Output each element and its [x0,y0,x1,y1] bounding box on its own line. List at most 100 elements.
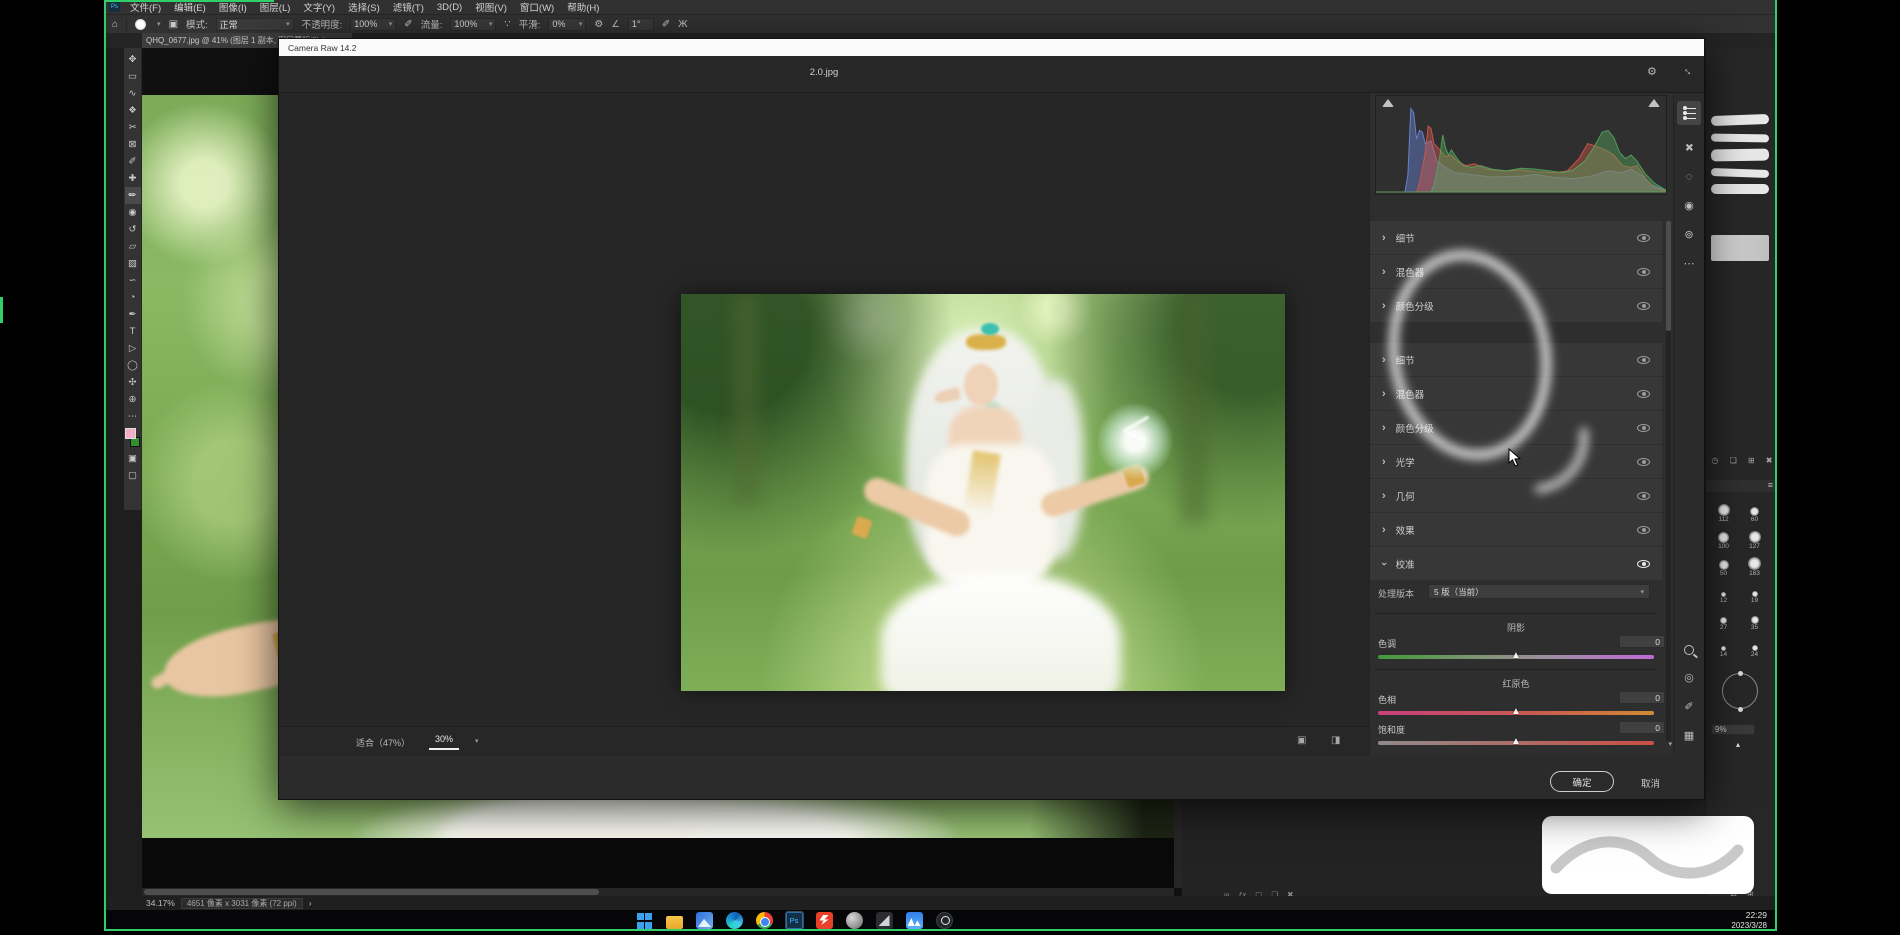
fullscreen-toggle-icon[interactable]: ↔ [1680,63,1696,79]
path-select-tool[interactable]: ▷ [125,340,141,357]
shape-tool[interactable]: ◯ [125,357,141,374]
menu-filter[interactable]: 滤镜(T) [393,0,424,14]
menu-window[interactable]: 窗口(W) [520,0,554,14]
menu-layer[interactable]: 图层(L) [260,0,291,14]
file-explorer-icon[interactable] [666,916,683,929]
edge-browser-icon[interactable] [726,912,743,929]
menu-edit[interactable]: 编辑(E) [174,0,206,14]
menu-select[interactable]: 选择(S) [348,0,380,14]
tint-value[interactable]: 0 [1619,635,1665,648]
hand-tool-icon[interactable]: ◎ [1684,672,1694,684]
camera-raw-preview-area[interactable] [279,93,1369,726]
brush-texture-thumb[interactable] [1711,235,1769,261]
camera-raw-title-bar[interactable]: Camera Raw 14.2 [279,39,1704,56]
smoothing-gear-icon[interactable]: ⚙ [594,19,603,30]
visibility-eye-icon[interactable] [1637,526,1650,534]
targeted-adjust-icon[interactable]: ✐ [1684,701,1693,713]
pen-tool[interactable]: ✒ [125,306,141,323]
type-tool[interactable]: T [125,323,141,340]
visibility-eye-icon[interactable] [1637,560,1650,568]
pressure-size-icon[interactable]: ✐ [662,19,670,30]
marquee-tool[interactable]: ▭ [125,68,141,85]
brush-preset-icon[interactable] [135,19,146,30]
menu-file[interactable]: 文件(F) [130,0,161,14]
chrome-browser-icon[interactable] [756,912,773,929]
brush-preset[interactable]: 35 [1739,606,1770,631]
single-view-icon[interactable]: ▣ [1297,735,1306,746]
brush-stroke-thumb[interactable] [1711,148,1769,161]
menu-type[interactable]: 文字(Y) [303,0,335,14]
brush-preset[interactable]: 50 [1708,552,1739,577]
menu-3d[interactable]: 3D(D) [437,2,462,13]
horizontal-scrollbar[interactable] [142,888,1174,896]
frame-tool[interactable]: ⊠ [125,136,141,153]
gradient-tool[interactable]: ▨ [125,255,141,272]
brush-spacing-value[interactable]: 9% [1711,724,1755,735]
brush-preset[interactable]: 19 [1739,579,1770,604]
brush-preset[interactable]: 127 [1739,525,1770,550]
quick-mask-button[interactable]: ▣ [125,450,141,467]
smoothing-select[interactable]: 0%▾ [548,18,586,31]
zoom-fit-label[interactable]: 适合（47%） [356,736,410,749]
brush-angle-dial[interactable] [1722,673,1758,709]
photoshop-taskbar-icon[interactable]: Ps [786,912,803,929]
brush-stroke-thumb[interactable] [1711,184,1769,194]
brush-preset[interactable]: 27 [1708,606,1739,631]
foreground-color-swatch[interactable] [125,428,136,439]
presets-icon[interactable]: ⊚ [1684,229,1693,241]
visibility-eye-icon[interactable] [1637,424,1650,432]
dark-app-icon[interactable] [876,912,893,929]
healing-tool-icon[interactable]: ✚ [1681,140,1696,155]
quick-select-tool[interactable]: ❖ [125,102,141,119]
tint-slider-thumb[interactable]: ▲ [1511,651,1521,661]
lasso-tool[interactable]: ∿ [125,85,141,102]
flow-select[interactable]: 100%▾ [450,18,496,31]
visibility-eye-icon[interactable] [1637,268,1650,276]
saturation-value[interactable]: 0 [1619,721,1665,734]
history-brush-tool[interactable]: ↺ [125,221,141,238]
delete-icon[interactable]: ✖ [1766,456,1773,465]
menu-help[interactable]: 帮助(H) [567,0,599,14]
brush-preset[interactable]: 100 [1708,525,1739,550]
grid-overlay-icon[interactable]: ▦ [1684,730,1694,742]
section-effects[interactable]: ›效果 [1370,513,1662,546]
brush-preset-dropdown-icon[interactable]: ▾ [157,20,161,28]
angle-input[interactable]: 1° [628,18,654,31]
brush-preset[interactable]: 14 [1708,633,1739,658]
brush-panel-toggle-icon[interactable]: ▣ [169,19,178,30]
brush-tool[interactable]: ✏ [125,187,141,204]
pressure-opacity-icon[interactable]: ✐ [404,19,412,30]
color-swatches[interactable] [125,428,141,450]
home-icon[interactable]: ⌂ [112,19,118,30]
clock-icon[interactable]: ◷ [1712,456,1719,465]
visibility-eye-icon[interactable] [1637,390,1650,398]
gray-app-icon[interactable] [846,912,863,929]
photos-app-icon[interactable] [696,912,713,929]
new-group-icon[interactable]: ❏ [1730,456,1737,465]
hue-slider[interactable]: ▲ [1378,711,1654,715]
brush-stroke-thumb[interactable] [1711,133,1769,142]
toolbar-more-icon[interactable]: ⋯ [125,408,141,425]
thunder-app-icon[interactable] [816,912,833,929]
healing-tool[interactable]: ✚ [125,170,141,187]
eyedropper-tool[interactable]: ✐ [125,153,141,170]
scroll-down-icon[interactable]: ▾ [1668,740,1672,748]
airbrush-icon[interactable]: ∵ [504,19,510,30]
section-detail[interactable]: ›细节 [1370,221,1662,254]
clone-stamp-tool[interactable]: ◉ [125,204,141,221]
blue-app-icon[interactable] [906,912,923,929]
opacity-select[interactable]: 100%▾ [350,18,396,31]
move-tool[interactable]: ✥ [125,51,141,68]
visibility-eye-icon[interactable] [1637,356,1650,364]
obs-app-icon[interactable] [936,912,953,929]
histogram[interactable] [1375,95,1667,195]
visibility-eye-icon[interactable] [1637,302,1650,310]
masking-tool-icon[interactable]: ◌ [1686,171,1693,183]
spacing-slider-thumb[interactable]: ▴ [1736,741,1740,749]
smudge-tool[interactable]: ∽ [125,272,141,289]
brush-preset[interactable]: 183 [1739,552,1770,577]
red-eye-tool-icon[interactable]: ◉ [1684,200,1694,212]
screen-mode-button[interactable]: ▢ [125,467,141,484]
mode-select[interactable]: 正常▾ [216,18,294,31]
crop-tool[interactable]: ✂ [125,119,141,136]
